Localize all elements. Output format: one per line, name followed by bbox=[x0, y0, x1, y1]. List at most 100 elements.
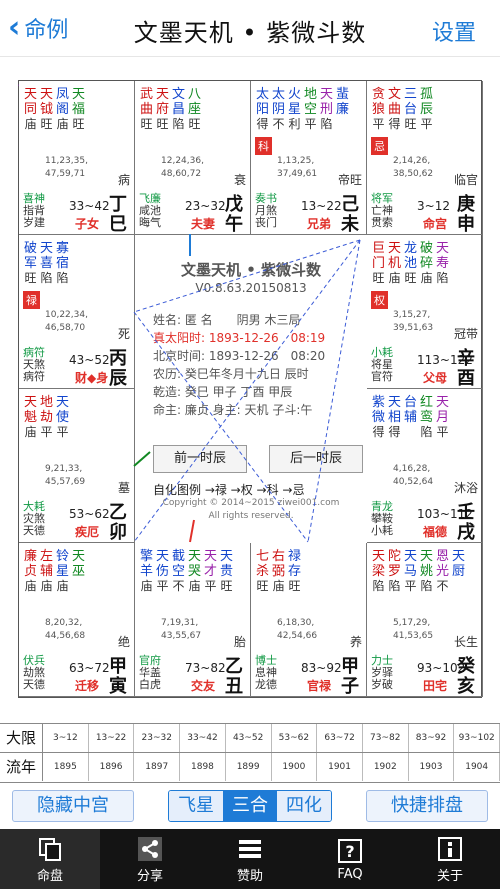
mode-tab[interactable]: 飞星 bbox=[169, 791, 223, 821]
star-column: 天厨 bbox=[451, 549, 466, 594]
star-column: 右弼庙 bbox=[271, 549, 286, 594]
god-list: 将军 亡神 贯索 bbox=[371, 192, 393, 229]
star-column: 地空平 bbox=[303, 87, 318, 132]
page-title: 文墨天机 • 紫微斗数 bbox=[133, 19, 367, 47]
brightness: 庙 bbox=[24, 117, 37, 131]
star-char: 天 bbox=[403, 549, 417, 564]
palace-name: 夫妻 bbox=[191, 217, 216, 231]
star-char: 劫 bbox=[39, 410, 53, 425]
palace-wei[interactable]: 太阳得太阴不火星利地空平天刑陷蜚廉科 1,13,25, 37,49,61 帝旺 奏书 月煞… bbox=[251, 81, 367, 235]
star-char: 火 bbox=[287, 87, 301, 102]
star-column: 地劫平 bbox=[39, 395, 54, 440]
ganzhi-label: 戊午 bbox=[225, 194, 243, 235]
center-title: 文墨天机 • 紫微斗数 bbox=[180, 261, 322, 279]
nav-share[interactable]: 分享 bbox=[100, 829, 200, 889]
decade-table: 大限 3~12 13~22 23~32 33~42 43~52 53~62 63~72 73~… bbox=[0, 723, 500, 783]
hide-center-button[interactable]: 隐藏中宫 bbox=[12, 790, 134, 822]
brightness: 平 bbox=[304, 117, 317, 131]
palace-chou[interactable]: 擎羊庙天伤平截空不天哭庙天才平天贵旺 7,19,31, 43,55,67 胎官府 华盖白… bbox=[135, 543, 251, 697]
year-cell[interactable]: 1899 bbox=[226, 753, 272, 781]
quick-chart-button[interactable]: 快捷排盘 bbox=[366, 790, 488, 822]
star-char: 军 bbox=[23, 256, 37, 271]
star-char: 伤 bbox=[155, 564, 169, 579]
star-char: 八 bbox=[187, 87, 201, 102]
star-char: 文 bbox=[171, 87, 185, 102]
decade-cell[interactable]: 73~82 bbox=[363, 724, 409, 752]
decade-cell[interactable]: 53~62 bbox=[272, 724, 318, 752]
center-palace: 文墨天机 • 紫微斗数 V0.8.63.20150813 姓名: 匿 名 阴男 … bbox=[135, 235, 367, 543]
back-button[interactable]: ‹ 命例 bbox=[8, 10, 68, 46]
brightness: 陷 bbox=[420, 579, 433, 593]
year-cell[interactable]: 1896 bbox=[89, 753, 135, 781]
nav-label: FAQ bbox=[337, 866, 363, 882]
brightness: 得 bbox=[388, 425, 401, 439]
year-cell[interactable]: 1903 bbox=[409, 753, 455, 781]
brightness: 庙 bbox=[40, 579, 53, 593]
nav-info[interactable]: 关于 bbox=[400, 829, 500, 889]
sihua-badge: 科 bbox=[255, 137, 272, 155]
palace-shen[interactable]: 贪狼平文曲得三台旺孤辰平忌 2,14,26, 38,50,62 临官 将军 亡神 贯索 3~1… bbox=[367, 81, 483, 235]
copyright-line: Copyright © 2014~2015 ziwei001.com bbox=[162, 498, 340, 508]
settings-button[interactable]: 设置 bbox=[432, 15, 476, 47]
changsheng-label: 冠带 bbox=[453, 327, 478, 341]
palace-si[interactable]: 天同庙天钺旺凤阁庙天福旺 11,23,35, 47,59,71 病喜神 指背 岁建 33~4… bbox=[19, 81, 135, 235]
year-cell[interactable]: 1897 bbox=[134, 753, 181, 781]
brightness: 平 bbox=[40, 425, 53, 439]
year-cell[interactable]: 1904 bbox=[454, 753, 500, 781]
star-list: 太阳得太阴不火星利地空平天刑陷蜚廉科 bbox=[255, 87, 350, 155]
year-cell[interactable]: 1898 bbox=[180, 753, 226, 781]
star-column: 七杀旺 bbox=[255, 549, 270, 594]
decade-cell[interactable]: 63~72 bbox=[317, 724, 363, 752]
palace-chen[interactable]: 破军旺天喜陷寡宿陷禄 10,22,34, 46,58,70 死病符 天煞 病符 43~52 财… bbox=[19, 235, 135, 389]
palace-name: 子女 bbox=[75, 217, 100, 231]
nav-help[interactable]: ? FAQ bbox=[300, 829, 400, 889]
palace-you[interactable]: 巨门旺天机庙龙池旺破碎庙天寿陷权 3,15,27, 39,51,63 冠带 小耗 将星 官符… bbox=[367, 235, 483, 389]
decade-cell[interactable]: 83~92 bbox=[409, 724, 455, 752]
year-cell[interactable]: 1901 bbox=[317, 753, 363, 781]
decade-cell[interactable]: 43~52 bbox=[226, 724, 272, 752]
brightness: 旺 bbox=[404, 117, 417, 131]
year-cell[interactable]: 1902 bbox=[363, 753, 409, 781]
star-char: 碎 bbox=[419, 256, 433, 271]
nav-copy[interactable]: 命盘 bbox=[0, 829, 100, 889]
star-char: 巨 bbox=[371, 241, 385, 256]
brightness: 旺 bbox=[288, 579, 301, 593]
decade-range: 23~32 bbox=[185, 199, 226, 213]
palace-hai[interactable]: 天梁陷陀罗陷天马平天姚陷恩光不天厨 5,17,29, 41,53,65 长生 力士 岁驿岁… bbox=[367, 543, 483, 697]
ganzhi-label: 甲子 bbox=[341, 656, 359, 697]
palace-zi[interactable]: 七杀旺右弼庙禄存旺 6,18,30, 42,54,66 养博士 息神 龙德 83~92 官禄甲… bbox=[251, 543, 367, 697]
year-cell[interactable]: 1895 bbox=[43, 753, 89, 781]
prev-hour-button[interactable]: 前一时辰 bbox=[153, 445, 247, 473]
decade-cell[interactable]: 93~102 bbox=[454, 724, 500, 752]
nav-menu[interactable]: 赞助 bbox=[200, 829, 300, 889]
star-column: 文曲得 bbox=[387, 87, 402, 132]
nav-label: 命盘 bbox=[36, 868, 63, 884]
star-char: 紫 bbox=[371, 395, 385, 410]
palace-wu[interactable]: 武曲旺天府旺文昌陷八座旺 12,24,36, 48,60,72 衰飞廉 咸池 晦气 23~3… bbox=[135, 81, 251, 235]
ganzhi-label: 庚申 bbox=[457, 194, 475, 235]
star-char: 马 bbox=[403, 564, 417, 579]
star-char: 天 bbox=[71, 549, 85, 564]
star-column: 天才平 bbox=[203, 549, 218, 594]
star-char: 星 bbox=[287, 102, 301, 117]
star-char: 天 bbox=[55, 395, 69, 410]
god-list: 小耗 将星 官符 bbox=[371, 346, 393, 383]
decade-cell[interactable]: 33~42 bbox=[180, 724, 226, 752]
palace-yin[interactable]: 廉贞庙左辅庙铃星庙天巫 8,20,32, 44,56,68 绝伏兵 劫煞 天德 63~72 迁… bbox=[19, 543, 135, 697]
sihua-badge: 禄 bbox=[23, 291, 40, 309]
changsheng-label: 长生 bbox=[453, 635, 478, 649]
decade-cell[interactable]: 13~22 bbox=[89, 724, 135, 752]
decade-cell[interactable]: 3~12 bbox=[43, 724, 89, 752]
year-cell[interactable]: 1900 bbox=[272, 753, 318, 781]
palace-xu[interactable]: 紫微得天相得台辅红鸾陷天月平 4,16,28, 40,52,64 沐浴 青龙 攀鞍 小耗 10… bbox=[367, 389, 483, 543]
ganzhi-label: 乙丑 bbox=[225, 656, 243, 697]
mode-tab[interactable]: 四化 bbox=[277, 791, 331, 821]
palace-mao[interactable]: 天魁庙地劫平天使平 9,21,33, 45,57,69 墓大耗 灾煞 天德 53~62 疾厄乙… bbox=[19, 389, 135, 543]
nav-label: 关于 bbox=[436, 868, 463, 884]
star-char: 曲 bbox=[139, 102, 153, 117]
next-hour-button[interactable]: 后一时辰 bbox=[269, 445, 363, 473]
star-char: 天 bbox=[387, 395, 401, 410]
mode-tab[interactable]: 三合 bbox=[223, 791, 277, 821]
decade-range: 43~52 bbox=[69, 353, 110, 367]
decade-cell[interactable]: 23~32 bbox=[134, 724, 181, 752]
